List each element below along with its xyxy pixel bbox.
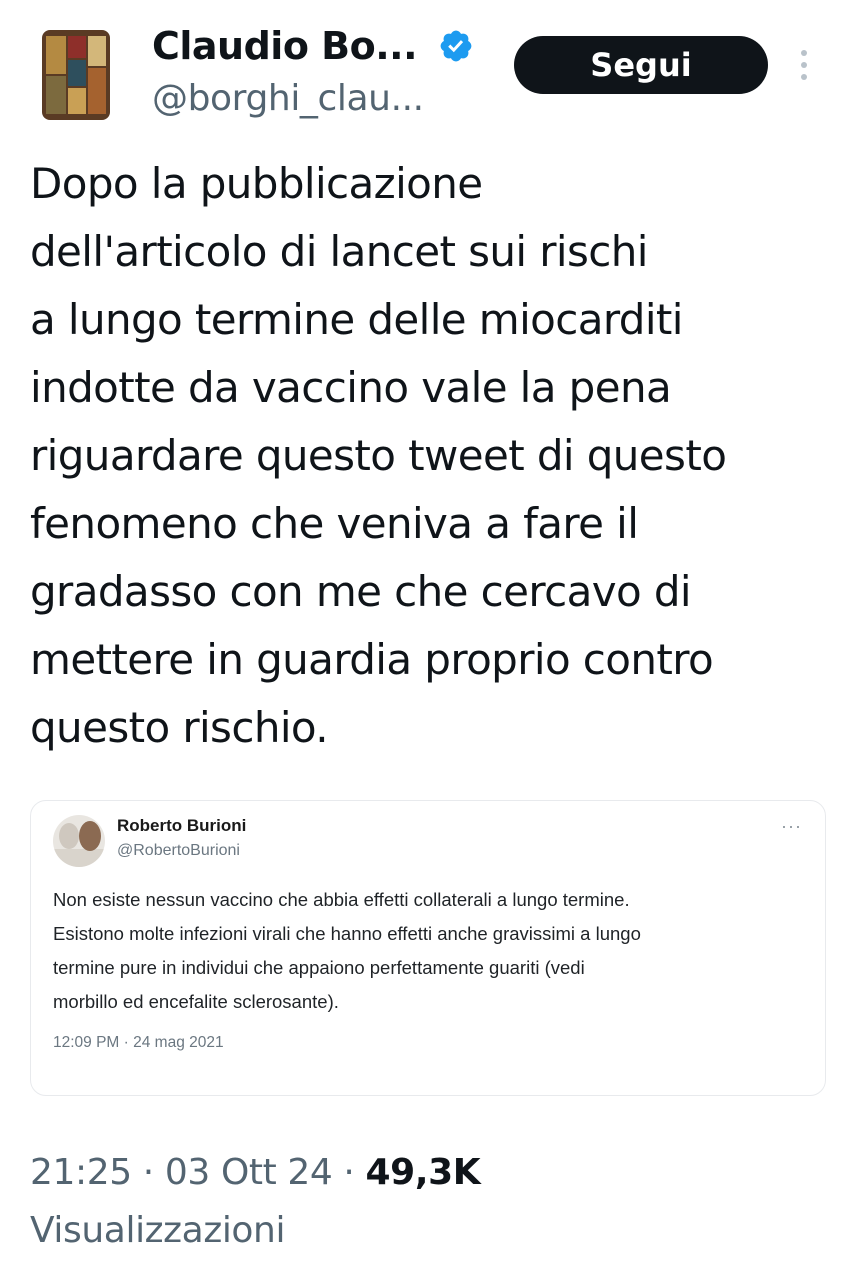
tweet-text-line: mettere in guardia proprio contro xyxy=(30,635,714,684)
quoted-timestamp: 12:09 PM · 24 mag 2021 xyxy=(53,1034,224,1051)
tweet-header: Claudio Bo... @borghi_clau... Segui xyxy=(0,0,853,140)
tweet-text-line: indotte da vaccino vale la pena xyxy=(30,363,672,412)
tweet-text-line: fenomeno che veniva a fare il xyxy=(30,499,639,548)
tweet-text-line: dell'articolo di lancet sui rischi xyxy=(30,227,648,276)
author-display-name[interactable]: Claudio Bo... xyxy=(152,24,418,68)
tweet-text-line: questo rischio. xyxy=(30,703,329,752)
tweet-text-line: a lungo termine delle miocarditi xyxy=(30,295,683,344)
tweet-text-line: gradasso con me che cercavo di xyxy=(30,567,692,616)
quoted-author-name: Roberto Burioni xyxy=(117,816,247,835)
follow-button[interactable]: Segui xyxy=(514,36,768,94)
quoted-text-line: Esistono molte infezioni virali che hann… xyxy=(53,923,641,944)
quoted-author-handle: @RobertoBurioni xyxy=(117,842,240,859)
tweet-text: Dopo la pubblicazione dell'articolo di l… xyxy=(30,150,830,762)
tweet-text-line: riguardare questo tweet di questo xyxy=(30,431,727,480)
tweet-time[interactable]: 21:25 xyxy=(30,1152,132,1193)
meta-separator: · xyxy=(332,1152,366,1193)
quoted-tweet-text: Non esiste nessun vaccino che abbia effe… xyxy=(53,883,813,1019)
quoted-text-line: morbillo ed encefalite sclerosante). xyxy=(53,991,339,1012)
quoted-author-avatar xyxy=(53,815,105,867)
tweet-meta: 21:25 · 03 Ott 24 · 49,3K Visualizzazion… xyxy=(30,1146,830,1258)
tweet-date[interactable]: 03 Ott 24 xyxy=(165,1152,333,1193)
more-vertical-icon[interactable] xyxy=(794,46,814,86)
tweet-text-line: Dopo la pubblicazione xyxy=(30,159,483,208)
views-count: 49,3K xyxy=(365,1152,481,1193)
verified-badge-icon xyxy=(440,30,472,62)
quoted-tweet-card[interactable]: Roberto Burioni @RobertoBurioni ··· Non … xyxy=(30,800,826,1096)
quoted-text-line: Non esiste nessun vaccino che abbia effe… xyxy=(53,889,630,910)
quoted-text-line: termine pure in individui che appaiono p… xyxy=(53,957,585,978)
author-handle[interactable]: @borghi_clau... xyxy=(152,78,424,120)
more-horizontal-icon: ··· xyxy=(781,816,802,836)
views-label: Visualizzazioni xyxy=(30,1210,286,1251)
meta-separator: · xyxy=(131,1152,165,1193)
author-avatar[interactable] xyxy=(42,30,110,120)
